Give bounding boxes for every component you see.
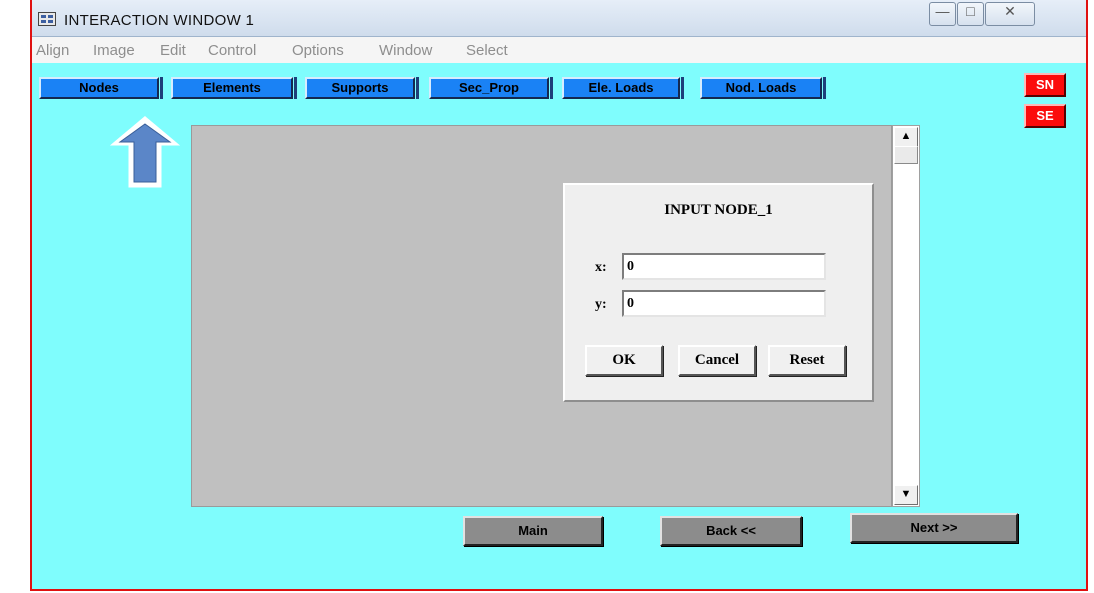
ele-loads-button[interactable]: Ele. Loads xyxy=(562,77,684,99)
vertical-scrollbar[interactable]: ▲ ▼ xyxy=(892,125,920,507)
nod-loads-button[interactable]: Nod. Loads xyxy=(700,77,826,99)
menu-edit[interactable]: Edit xyxy=(160,42,186,59)
menu-options[interactable]: Options xyxy=(292,42,344,59)
elements-button[interactable]: Elements xyxy=(171,77,297,99)
back-button[interactable]: Back << xyxy=(660,516,802,546)
x-label: x: xyxy=(595,260,607,275)
scroll-down-icon[interactable]: ▼ xyxy=(894,485,918,505)
close-button[interactable]: ✕ xyxy=(985,2,1035,26)
restore-button[interactable]: □ xyxy=(957,2,984,26)
scroll-up-icon[interactable]: ▲ xyxy=(894,127,918,147)
input-node-dialog: INPUT NODE_1 x: 0 y: 0 OK Cancel Reset xyxy=(563,183,874,402)
x-input[interactable]: 0 xyxy=(622,253,826,280)
restore-icon: □ xyxy=(966,3,975,19)
minimize-button[interactable]: — xyxy=(929,2,956,26)
sn-button[interactable]: SN xyxy=(1024,73,1066,97)
app-icon xyxy=(38,12,56,26)
minimize-icon: — xyxy=(935,3,950,19)
main-button[interactable]: Main xyxy=(463,516,603,546)
menu-select[interactable]: Select xyxy=(466,42,508,59)
reset-button[interactable]: Reset xyxy=(768,345,846,376)
sec-prop-button[interactable]: Sec_Prop xyxy=(429,77,553,99)
scroll-thumb[interactable] xyxy=(894,146,918,164)
menu-image[interactable]: Image xyxy=(93,42,135,59)
next-button[interactable]: Next >> xyxy=(850,513,1018,543)
close-icon: ✕ xyxy=(1004,3,1016,19)
menu-window[interactable]: Window xyxy=(379,42,432,59)
menu-align[interactable]: Align xyxy=(36,42,69,59)
menu-control[interactable]: Control xyxy=(208,42,256,59)
y-input[interactable]: 0 xyxy=(622,290,826,317)
cancel-button[interactable]: Cancel xyxy=(678,345,756,376)
ok-button[interactable]: OK xyxy=(585,345,663,376)
dialog-title: INPUT NODE_1 xyxy=(664,202,773,218)
nodes-button[interactable]: Nodes xyxy=(39,77,163,99)
y-label: y: xyxy=(595,297,607,312)
window-title: INTERACTION WINDOW 1 xyxy=(64,12,255,29)
up-arrow-icon xyxy=(110,116,180,188)
title-bar[interactable]: INTERACTION WINDOW 1 — □ ✕ xyxy=(32,0,1086,37)
supports-button[interactable]: Supports xyxy=(305,77,419,99)
se-button[interactable]: SE xyxy=(1024,104,1066,128)
menu-bar: Align Image Edit Control Options Window … xyxy=(32,37,1086,63)
